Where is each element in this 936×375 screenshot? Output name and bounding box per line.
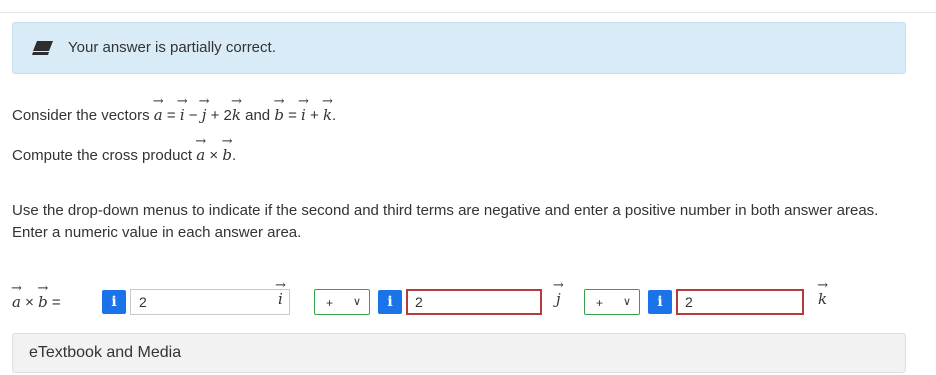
unit-vector-i: → i [176, 94, 188, 124]
unit-vector-j: → j [552, 278, 564, 308]
answer-input-k[interactable]: 2 [676, 289, 804, 315]
status-text: Your answer is partially correct. [68, 39, 276, 56]
status-banner: Your answer is partially correct. [12, 22, 906, 74]
period: . [332, 107, 337, 124]
vector-b: → b [273, 94, 285, 124]
vector-b: → b [221, 134, 233, 164]
answer-label: → a × → b = [11, 281, 61, 311]
and-word: and [245, 107, 271, 124]
instructions: Use the drop-down menus to indicate if t… [12, 202, 879, 241]
unit-vector-k: → k [230, 94, 242, 124]
chevron-down-icon: ∨ [352, 296, 361, 308]
question-text: Compute the cross product [12, 147, 193, 164]
top-divider [0, 12, 936, 13]
info-icon[interactable]: i [102, 290, 126, 314]
answer-input-j[interactable]: 2 [406, 289, 542, 315]
times-sign: × [209, 147, 219, 164]
plus-sign: + [310, 107, 319, 124]
equals-sign: = [166, 107, 176, 124]
period: . [231, 147, 237, 164]
question-line-cross-product: Compute the cross product → a × → b. [12, 134, 237, 164]
info-icon[interactable]: i [378, 290, 402, 314]
vector-a: → a [152, 94, 164, 124]
question-text: Consider the vectors [12, 107, 150, 124]
chevron-down-icon: ∨ [622, 296, 631, 308]
info-icon[interactable]: i [648, 290, 672, 314]
etextbook-media-panel[interactable]: eTextbook and Media [12, 333, 906, 373]
equals-sign: = [288, 107, 297, 124]
answer-input-i[interactable]: 2 [130, 289, 290, 315]
unit-vector-j: → j [198, 94, 210, 124]
plus-sign: + [210, 107, 220, 124]
unit-vector-k: → k [817, 278, 828, 308]
etextbook-label: eTextbook and Media [29, 344, 182, 361]
sign-select-k[interactable]: + ∨ [584, 289, 640, 315]
unit-vector-i: → i [274, 278, 286, 308]
pencil-icon [32, 41, 53, 55]
question-line-vectors: Consider the vectors → a = → i − → j + 2 → k … [12, 94, 337, 124]
minus-sign: − [188, 107, 198, 124]
vector-a: → a [195, 134, 207, 164]
unit-vector-i: → i [297, 94, 309, 124]
sign-select-j[interactable]: + ∨ [314, 289, 370, 315]
coefficient: 2 [223, 107, 232, 124]
answer-row: → a × → b = i 2 → i + ∨ i 2 → j + ∨ i 2 → k [11, 278, 922, 320]
unit-vector-k: → k [322, 94, 333, 124]
